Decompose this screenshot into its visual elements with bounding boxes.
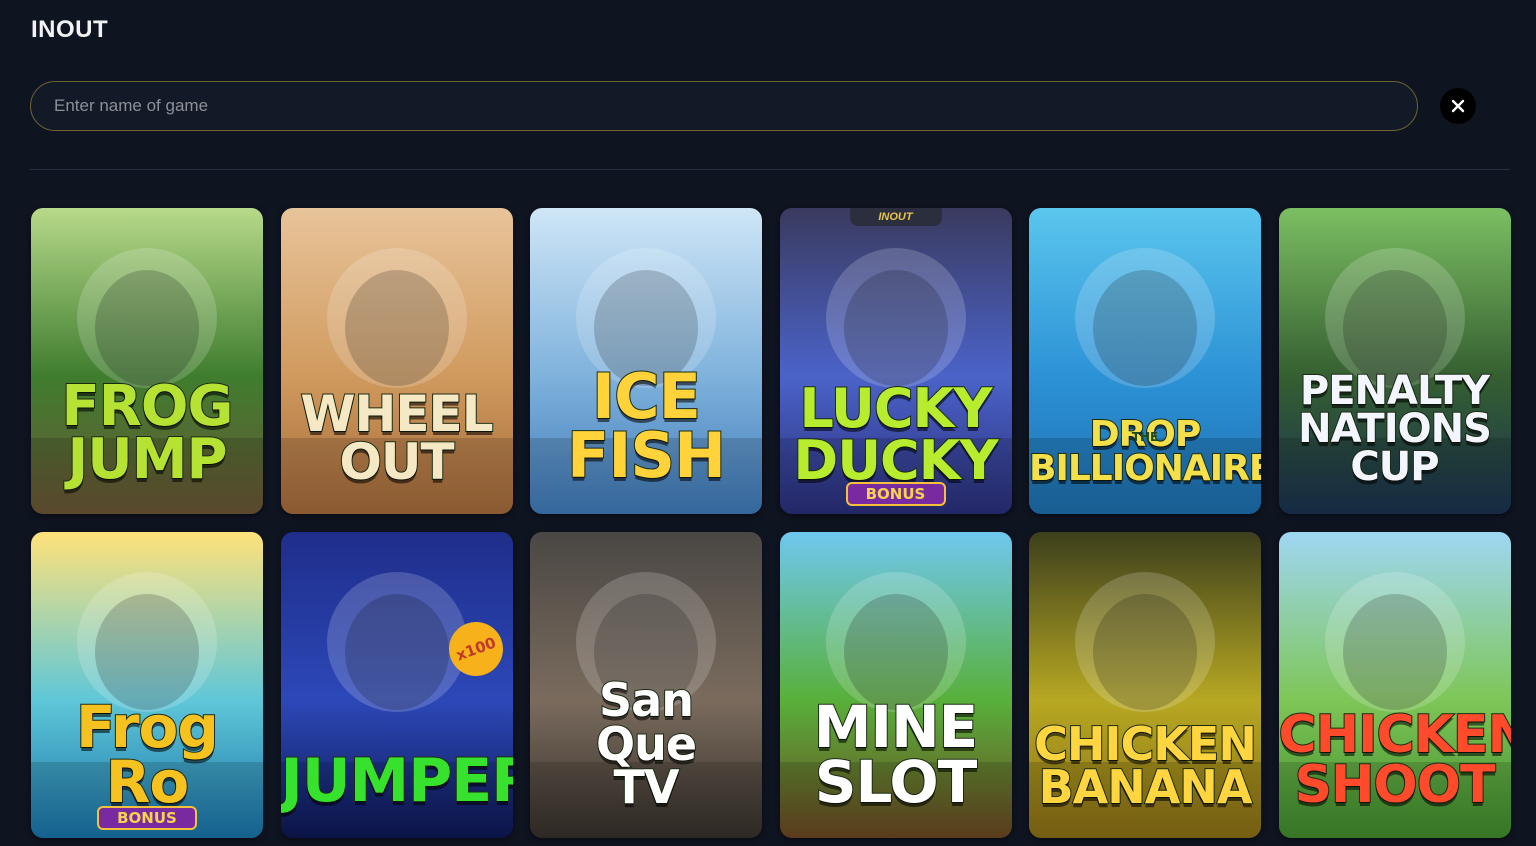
game-card[interactable]: CHICKEN SHOOT [1278,532,1511,838]
game-card[interactable]: WHEEL OUT [280,208,513,514]
game-card[interactable]: PENALTY NATIONS CUP [1278,208,1511,514]
search-input[interactable] [31,82,1417,130]
game-title: Frog Ro [75,692,220,816]
brand-logo: INOUT [849,208,942,226]
game-title: WHEEL OUT [299,385,494,491]
game-title: CHICKEN BANANA [1033,716,1258,815]
search-field[interactable] [30,81,1418,131]
game-card[interactable]: CHICKEN BANANA [1029,532,1261,838]
game-title: San Que TV [595,672,698,815]
divider [30,169,1510,170]
bonus-badge: BONUS [845,482,946,506]
game-title-connector: THE [1131,430,1159,444]
close-icon [1451,99,1465,113]
game-card[interactable]: DROP BILLIONAIRE THE [1029,208,1261,514]
game-title: MINE SLOT [813,692,979,816]
game-title: JUMPER [280,746,513,816]
game-card[interactable]: INOUT LUCKY DUCKY BONUS [779,208,1012,514]
game-title: DROP BILLIONAIRE [1029,413,1261,489]
game-card[interactable]: Frog Ro BONUS [31,532,263,838]
game-title: CHICKEN SHOOT [1278,705,1511,815]
game-title: PENALTY NATIONS CUP [1297,368,1493,490]
provider-title: INOUT [31,16,109,43]
game-card[interactable]: x100 JUMPER [280,532,513,838]
game-card[interactable]: FROG JUMP [31,208,263,514]
game-card[interactable]: San Que TV [530,532,762,838]
bonus-badge: BONUS [97,806,197,830]
game-card[interactable]: ICE FISH [530,208,762,514]
game-title: LUCKY DUCKY [792,377,999,492]
game-grid: FROG JUMP WHEEL OUT ICE FISH INOUT LUCKY DUC… [31,208,1511,838]
game-title: FROG JUMP [61,373,235,492]
game-card[interactable]: MINE SLOT [779,532,1012,838]
close-button[interactable] [1440,88,1476,124]
game-title: ICE FISH [566,360,727,493]
